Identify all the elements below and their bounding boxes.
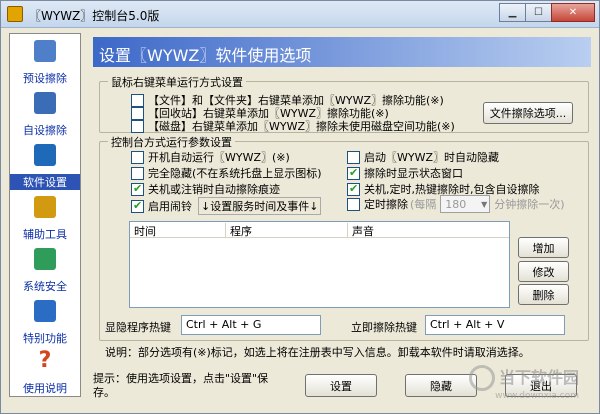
timer-interval-select[interactable]: 180 ▼ [440, 195, 491, 213]
erase-hotkey-label: 立即擦除热键 [351, 321, 417, 334]
option-label: 【磁盘】右键菜单添加〖WYWZ〗擦除未使用磁盘空间功能(※) [148, 120, 455, 133]
app-icon [7, 6, 23, 22]
page-header: 设置〖WYWZ〗软件使用选项 [93, 37, 591, 67]
window-title: 〖WYWZ〗控制台5.0版 [29, 9, 160, 23]
sidebar-item-label: 使用说明 [23, 382, 67, 395]
watermark: 当下软件园 www.downxia.com [468, 364, 579, 401]
sidebar-item-help[interactable]: ? 使用说明 [10, 346, 80, 396]
sidebar-item-software-settings[interactable]: 软件设置 [10, 140, 80, 190]
group-title: 控制台方式运行参数设置 [108, 134, 235, 150]
checkbox-checked[interactable] [131, 199, 144, 213]
title-bar[interactable]: 〖WYWZ〗控制台5.0版 ▁ ☐ ✕ [1, 1, 599, 28]
option-label: 开机自动运行〖WYWZ〗(※) [148, 151, 290, 164]
column-time[interactable]: 时间 [130, 223, 226, 238]
show-hide-hotkey-label: 显隐程序热键 [105, 321, 171, 334]
show-hide-hotkey-input[interactable]: Ctrl + Alt + G [181, 315, 321, 335]
page-title: 设置〖WYWZ〗软件使用选项 [99, 46, 312, 65]
eraser-disk-icon [34, 92, 56, 114]
option-label: 关机或注销时自动擦除痕迹 [148, 183, 280, 196]
checkbox[interactable] [131, 119, 144, 133]
timer-value: 180 [445, 197, 467, 211]
presets-icon [34, 40, 56, 62]
option-timed-erase[interactable]: 定时擦除 (每隔 180 ▼ 分钟擦除一次) [347, 195, 565, 213]
option-enable-alarm[interactable]: 启用闹铃 ↓设置服务时间及事件↓ [131, 197, 322, 215]
alarm-settings-link[interactable]: ↓设置服务时间及事件↓ [198, 197, 322, 215]
sidebar: 预设擦除 自设擦除 软件设置 辅助工具 系统安全 特别功能 ? 使用说明 [9, 33, 81, 397]
timer-prefix: (每隔 [410, 198, 437, 211]
note-text: 说明：部分选项有(※)标记，如选上将在注册表中写入信息。卸载本软件时请取消选择。 [105, 346, 530, 359]
checkbox[interactable] [131, 150, 144, 164]
option-fully-hide[interactable]: 完全隐藏(不在系统托盘上显示图标) [131, 165, 322, 181]
column-program[interactable]: 程序 [226, 223, 348, 238]
watermark-url: www.downxia.com [495, 391, 579, 401]
option-label: 定时擦除 [364, 198, 408, 211]
checkbox-checked[interactable] [347, 166, 360, 180]
tool-icon [34, 196, 56, 218]
sidebar-item-label: 自设擦除 [23, 124, 67, 137]
option-label: 启动〖WYWZ〗时自动隐藏 [364, 151, 500, 164]
edit-event-button[interactable]: 修改 [518, 261, 569, 282]
main-window: 〖WYWZ〗控制台5.0版 ▁ ☐ ✕ 预设擦除 自设擦除 软件设置 辅助工具 … [0, 0, 600, 414]
sidebar-item-label: 辅助工具 [23, 228, 67, 241]
checkbox[interactable] [347, 197, 360, 211]
events-table[interactable]: 时间 程序 声音 [129, 221, 510, 308]
watermark-text: 当下软件园 [498, 367, 579, 387]
sidebar-item-tools[interactable]: 辅助工具 [10, 192, 80, 242]
checkbox-checked[interactable] [347, 182, 360, 196]
sidebar-item-custom-erase[interactable]: 自设擦除 [10, 88, 80, 138]
question-icon: ? [38, 348, 52, 373]
watermark-logo-icon [468, 365, 495, 391]
sidebar-item-special[interactable]: 特别功能 [10, 296, 80, 346]
checkbox-checked[interactable] [131, 182, 144, 196]
hide-button[interactable]: 隐藏 [405, 374, 477, 397]
option-show-status[interactable]: 擦除时显示状态窗口 [347, 165, 463, 181]
apply-settings-button[interactable]: 设置 [305, 374, 377, 397]
chevron-down-icon: ▼ [481, 199, 488, 209]
security-icon [34, 248, 56, 270]
timer-suffix: 分钟擦除一次) [494, 198, 565, 211]
option-erase-on-shutdown[interactable]: 关机或注销时自动擦除痕迹 [131, 181, 280, 197]
option-disk-menu[interactable]: 【磁盘】右键菜单添加〖WYWZ〗擦除未使用磁盘空间功能(※) [131, 118, 455, 134]
file-erase-options-button[interactable]: 文件擦除选项... [483, 102, 573, 124]
delete-event-button[interactable]: 删除 [518, 284, 569, 305]
option-label: 完全隐藏(不在系统托盘上显示图标) [148, 167, 322, 180]
sidebar-item-security[interactable]: 系统安全 [10, 244, 80, 294]
option-label: 擦除时显示状态窗口 [364, 167, 463, 180]
group-title: 鼠标右键菜单运行方式设置 [108, 74, 246, 90]
option-label: 启用闹铃 [148, 200, 192, 213]
close-icon[interactable]: ✕ [551, 3, 595, 22]
maximize-icon[interactable]: ☐ [525, 3, 552, 22]
sidebar-item-label: 软件设置 [10, 174, 80, 190]
minimize-icon[interactable]: ▁ [499, 3, 526, 22]
erase-hotkey-input[interactable]: Ctrl + Alt + V [425, 315, 565, 335]
sidebar-item-label: 特别功能 [23, 332, 67, 345]
add-event-button[interactable]: 增加 [518, 237, 569, 258]
option-autorun[interactable]: 开机自动运行〖WYWZ〗(※) [131, 149, 290, 165]
sidebar-item-label: 预设擦除 [23, 72, 67, 85]
column-sound[interactable]: 声音 [348, 223, 510, 238]
checkbox[interactable] [347, 150, 360, 164]
checkbox[interactable] [131, 166, 144, 180]
table-header: 时间 程序 声音 [130, 222, 509, 238]
window-controls: ▁ ☐ ✕ [499, 3, 595, 22]
sidebar-item-presets[interactable]: 预设擦除 [10, 36, 80, 86]
hint-text: 提示：使用选项设置，点击"设置"保存。 [93, 372, 269, 399]
settings-grid-icon [34, 144, 56, 166]
sidebar-item-label: 系统安全 [23, 280, 67, 293]
special-icon [34, 300, 56, 322]
option-auto-hide[interactable]: 启动〖WYWZ〗时自动隐藏 [347, 149, 499, 165]
